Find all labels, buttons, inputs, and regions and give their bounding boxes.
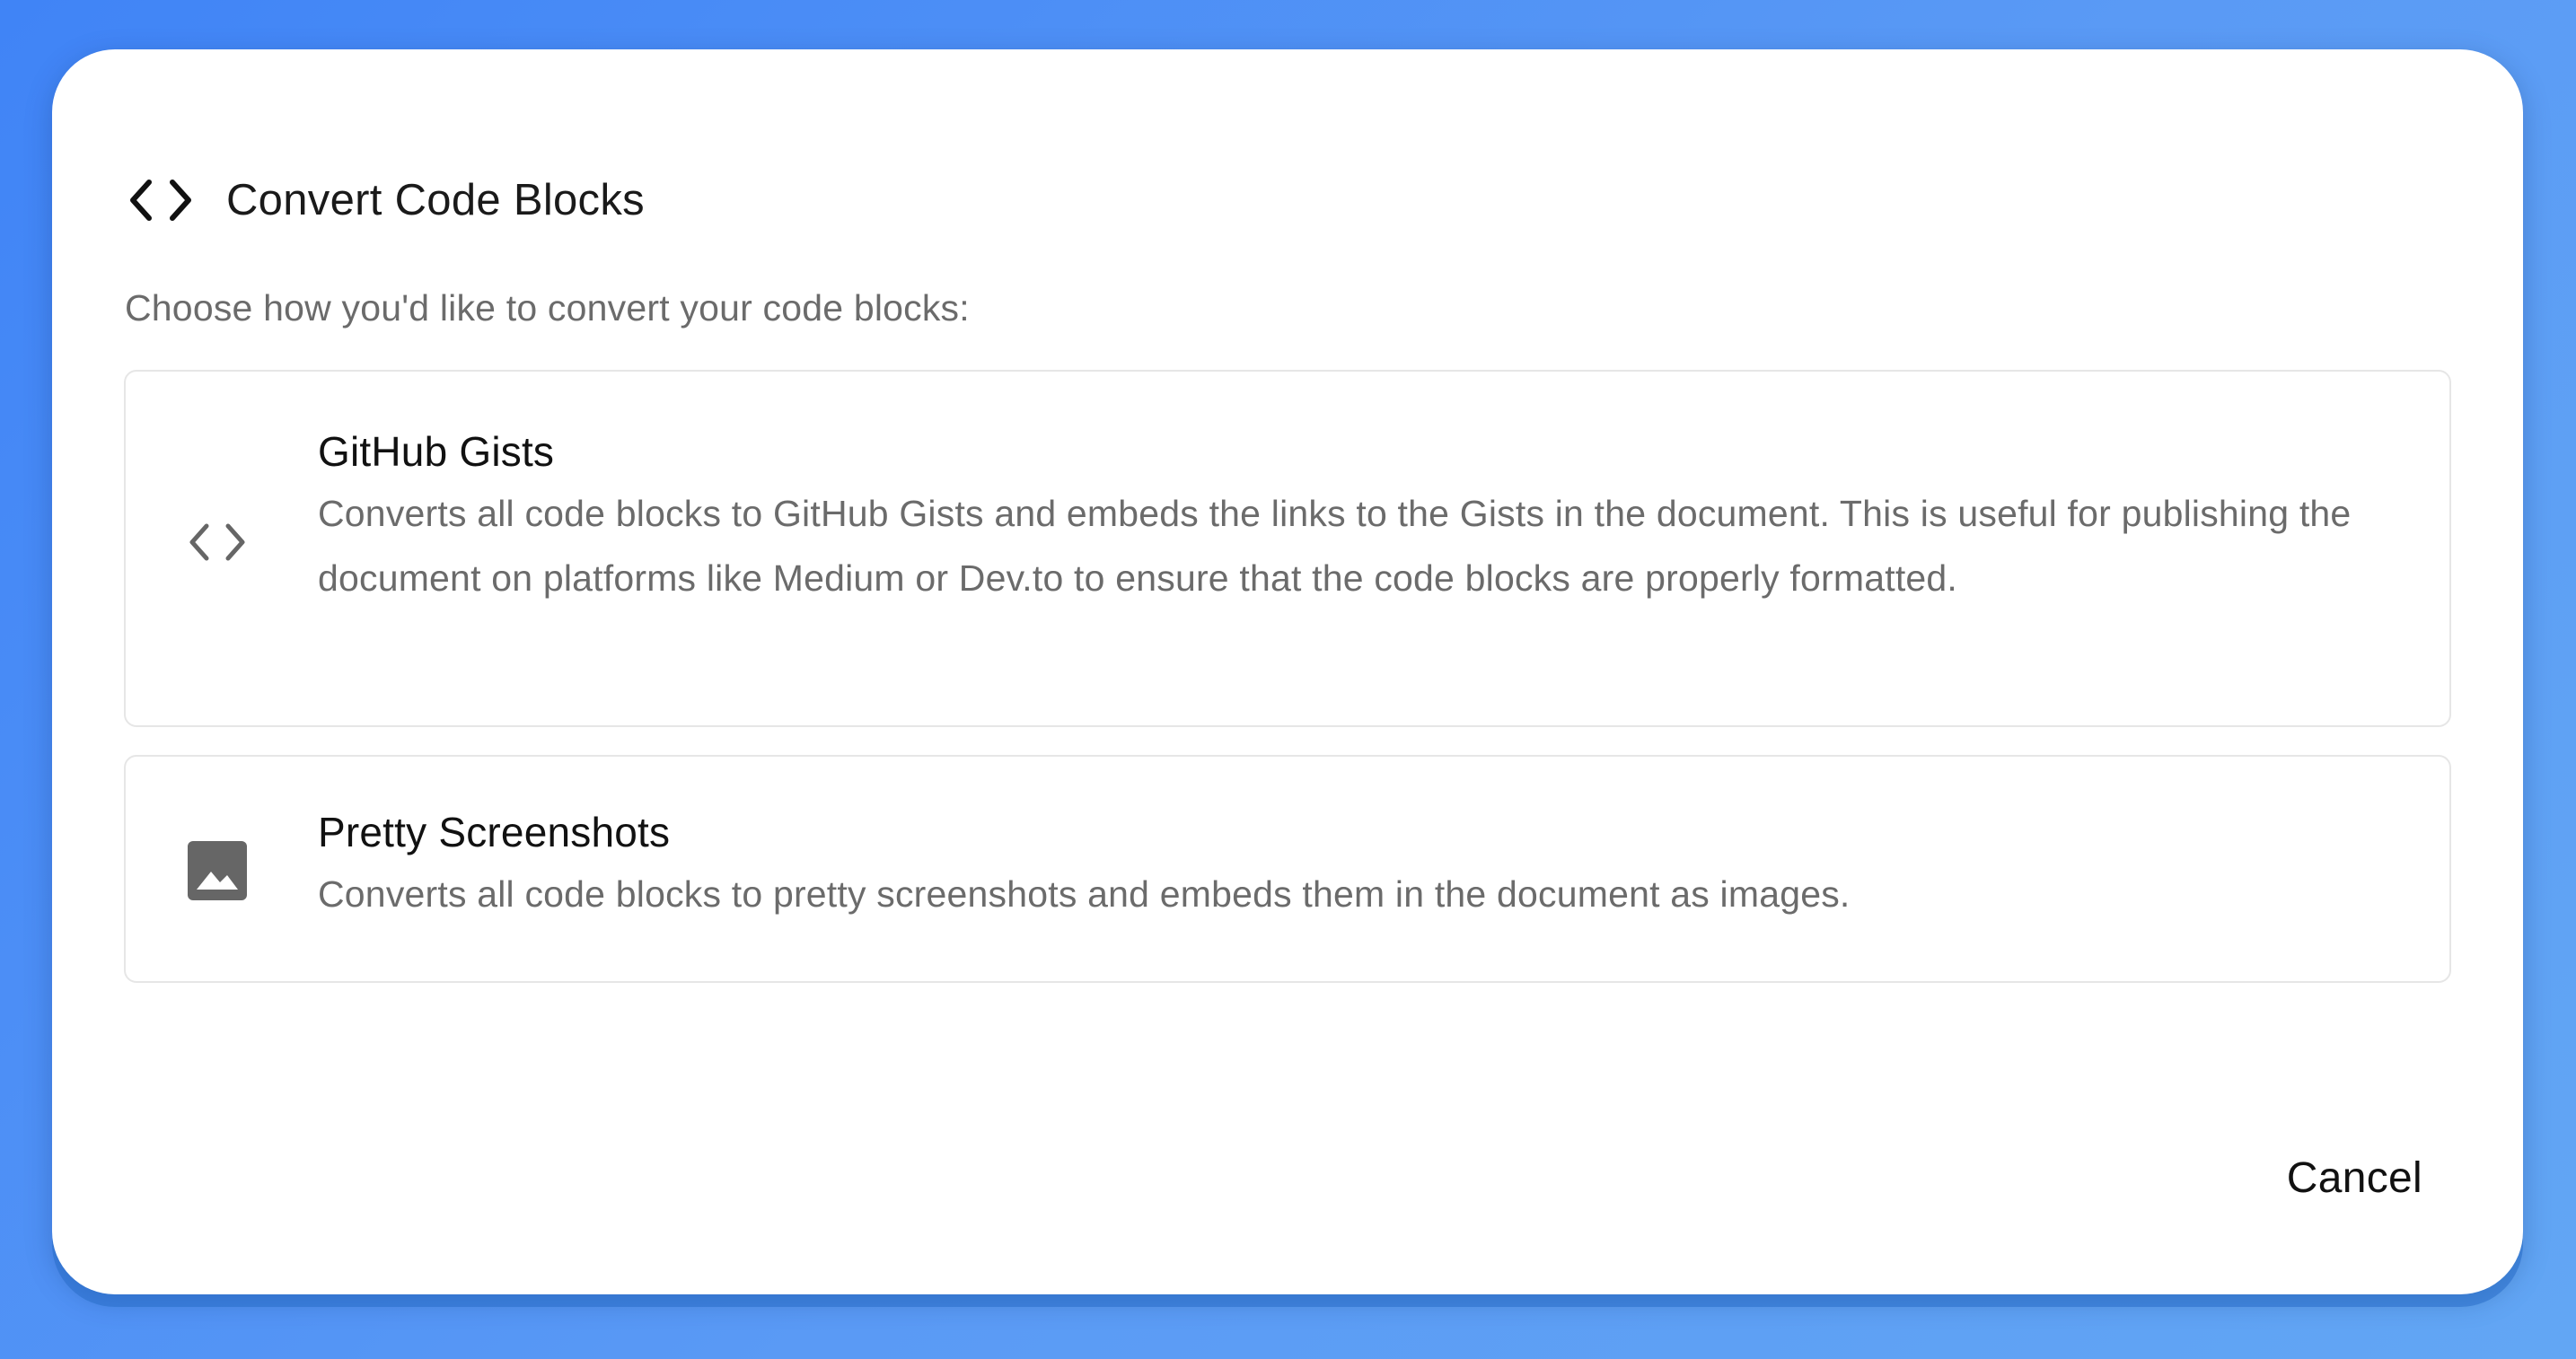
option-title: GitHub Gists (318, 428, 555, 475)
cancel-button[interactable]: Cancel (2287, 1153, 2422, 1203)
option-title: Pretty Screenshots (318, 809, 671, 855)
dialog-title: Convert Code Blocks (226, 176, 645, 224)
option-pretty-screenshots[interactable]: Pretty Screenshots Converts all code blo… (124, 755, 2451, 983)
dialog-header: Convert Code Blocks (126, 157, 645, 243)
option-description: Converts all code blocks to GitHub Gists… (318, 493, 2352, 599)
convert-code-blocks-dialog: Convert Code Blocks Choose how you'd lik… (52, 49, 2523, 1294)
option-description: Converts all code blocks to pretty scree… (318, 873, 1851, 915)
option-github-gists[interactable]: GitHub Gists Converts all code blocks to… (124, 370, 2451, 727)
code-brackets-icon (126, 177, 196, 224)
image-icon (181, 835, 253, 907)
dialog-subtitle: Choose how you'd like to convert your co… (125, 287, 970, 329)
code-brackets-icon (181, 506, 253, 578)
